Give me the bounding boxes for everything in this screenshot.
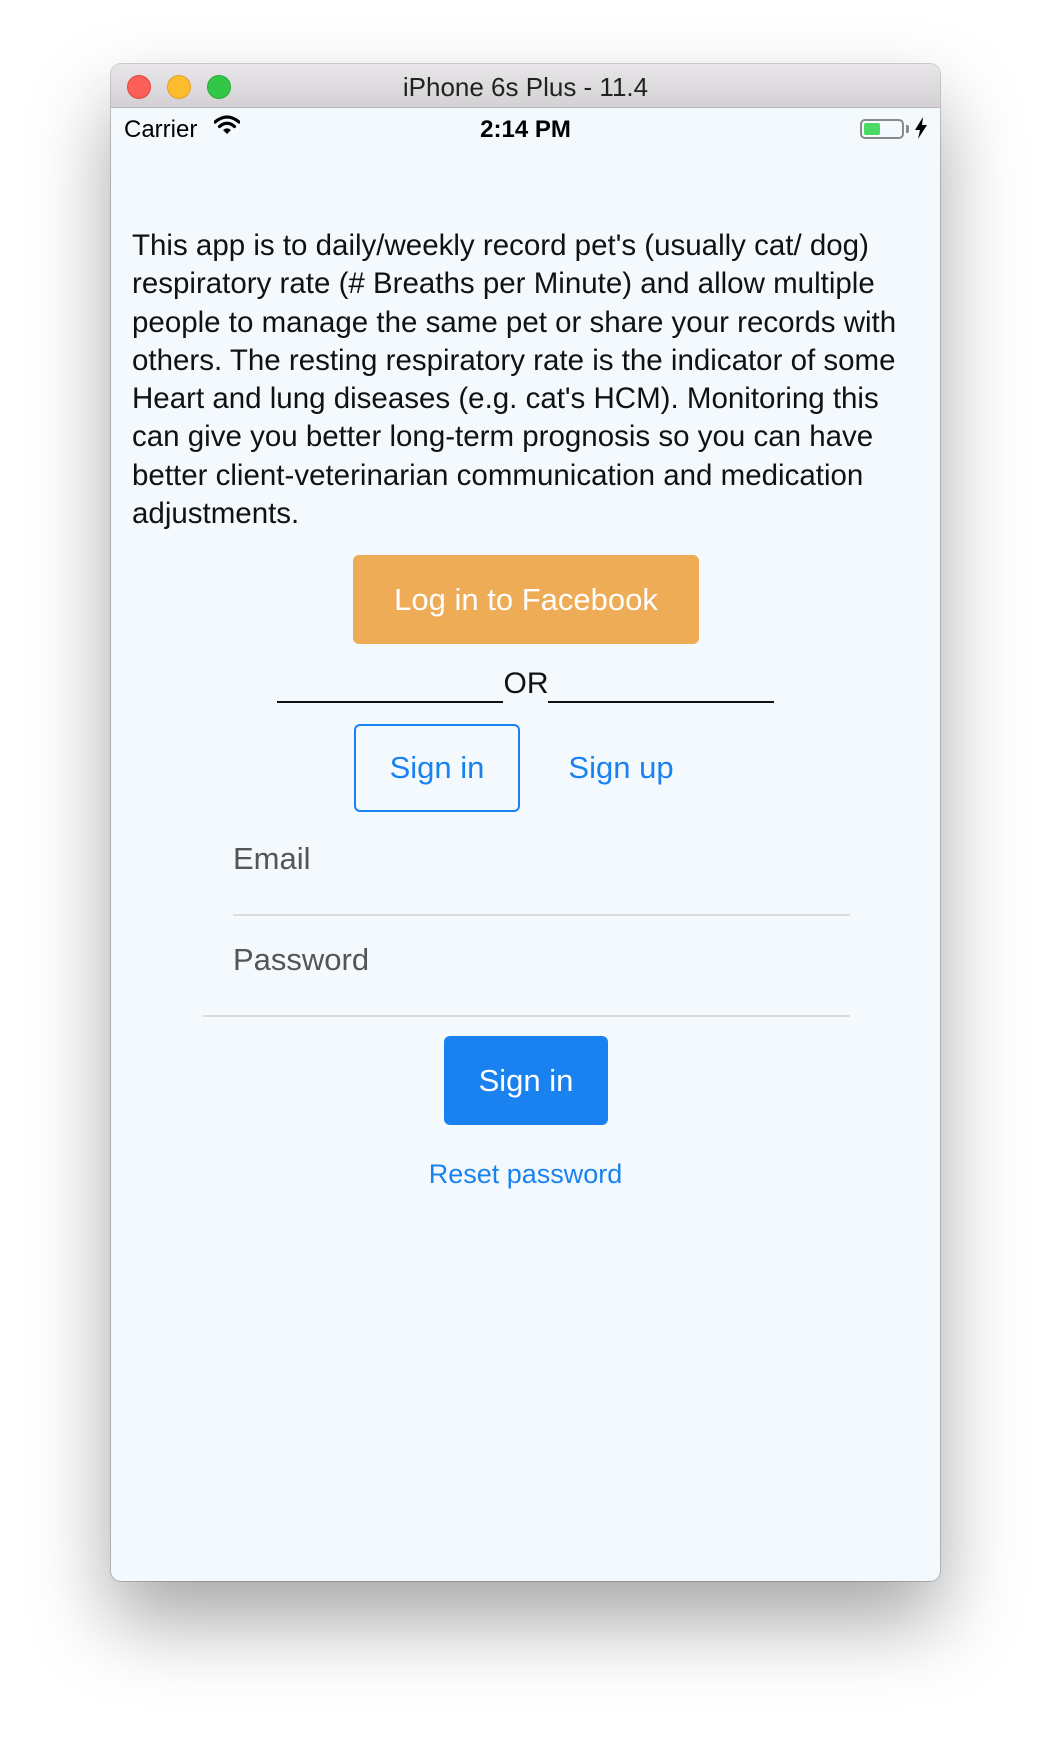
or-divider-right (548, 701, 774, 703)
charging-bolt-icon (914, 117, 928, 146)
password-field[interactable] (233, 935, 833, 985)
simulator-window: iPhone 6s Plus - 11.4 Carrier 2:14 PM Th… (111, 64, 940, 1581)
password-underline (203, 1015, 850, 1017)
window-title: iPhone 6s Plus - 11.4 (402, 72, 649, 102)
email-underline (233, 914, 850, 916)
reset-password-link[interactable]: Reset password (111, 1159, 940, 1190)
battery-icon (860, 119, 904, 139)
title-bar[interactable]: iPhone 6s Plus - 11.4 (111, 64, 940, 108)
facebook-login-button[interactable]: Log in to Facebook (353, 555, 699, 644)
email-field[interactable] (233, 834, 833, 884)
intro-text: This app is to daily/weekly record pet's… (132, 229, 897, 531)
or-divider-left (277, 701, 503, 703)
status-bar: Carrier 2:14 PM (111, 108, 940, 148)
sign-in-button[interactable]: Sign in (444, 1036, 608, 1125)
status-time: 2:14 PM (480, 116, 571, 143)
tab-sign-up[interactable]: Sign up (541, 726, 701, 810)
tab-sign-in[interactable]: Sign in (354, 724, 520, 812)
battery-fill (864, 123, 880, 135)
or-separator: OR (503, 667, 549, 700)
battery-nub (906, 125, 909, 133)
